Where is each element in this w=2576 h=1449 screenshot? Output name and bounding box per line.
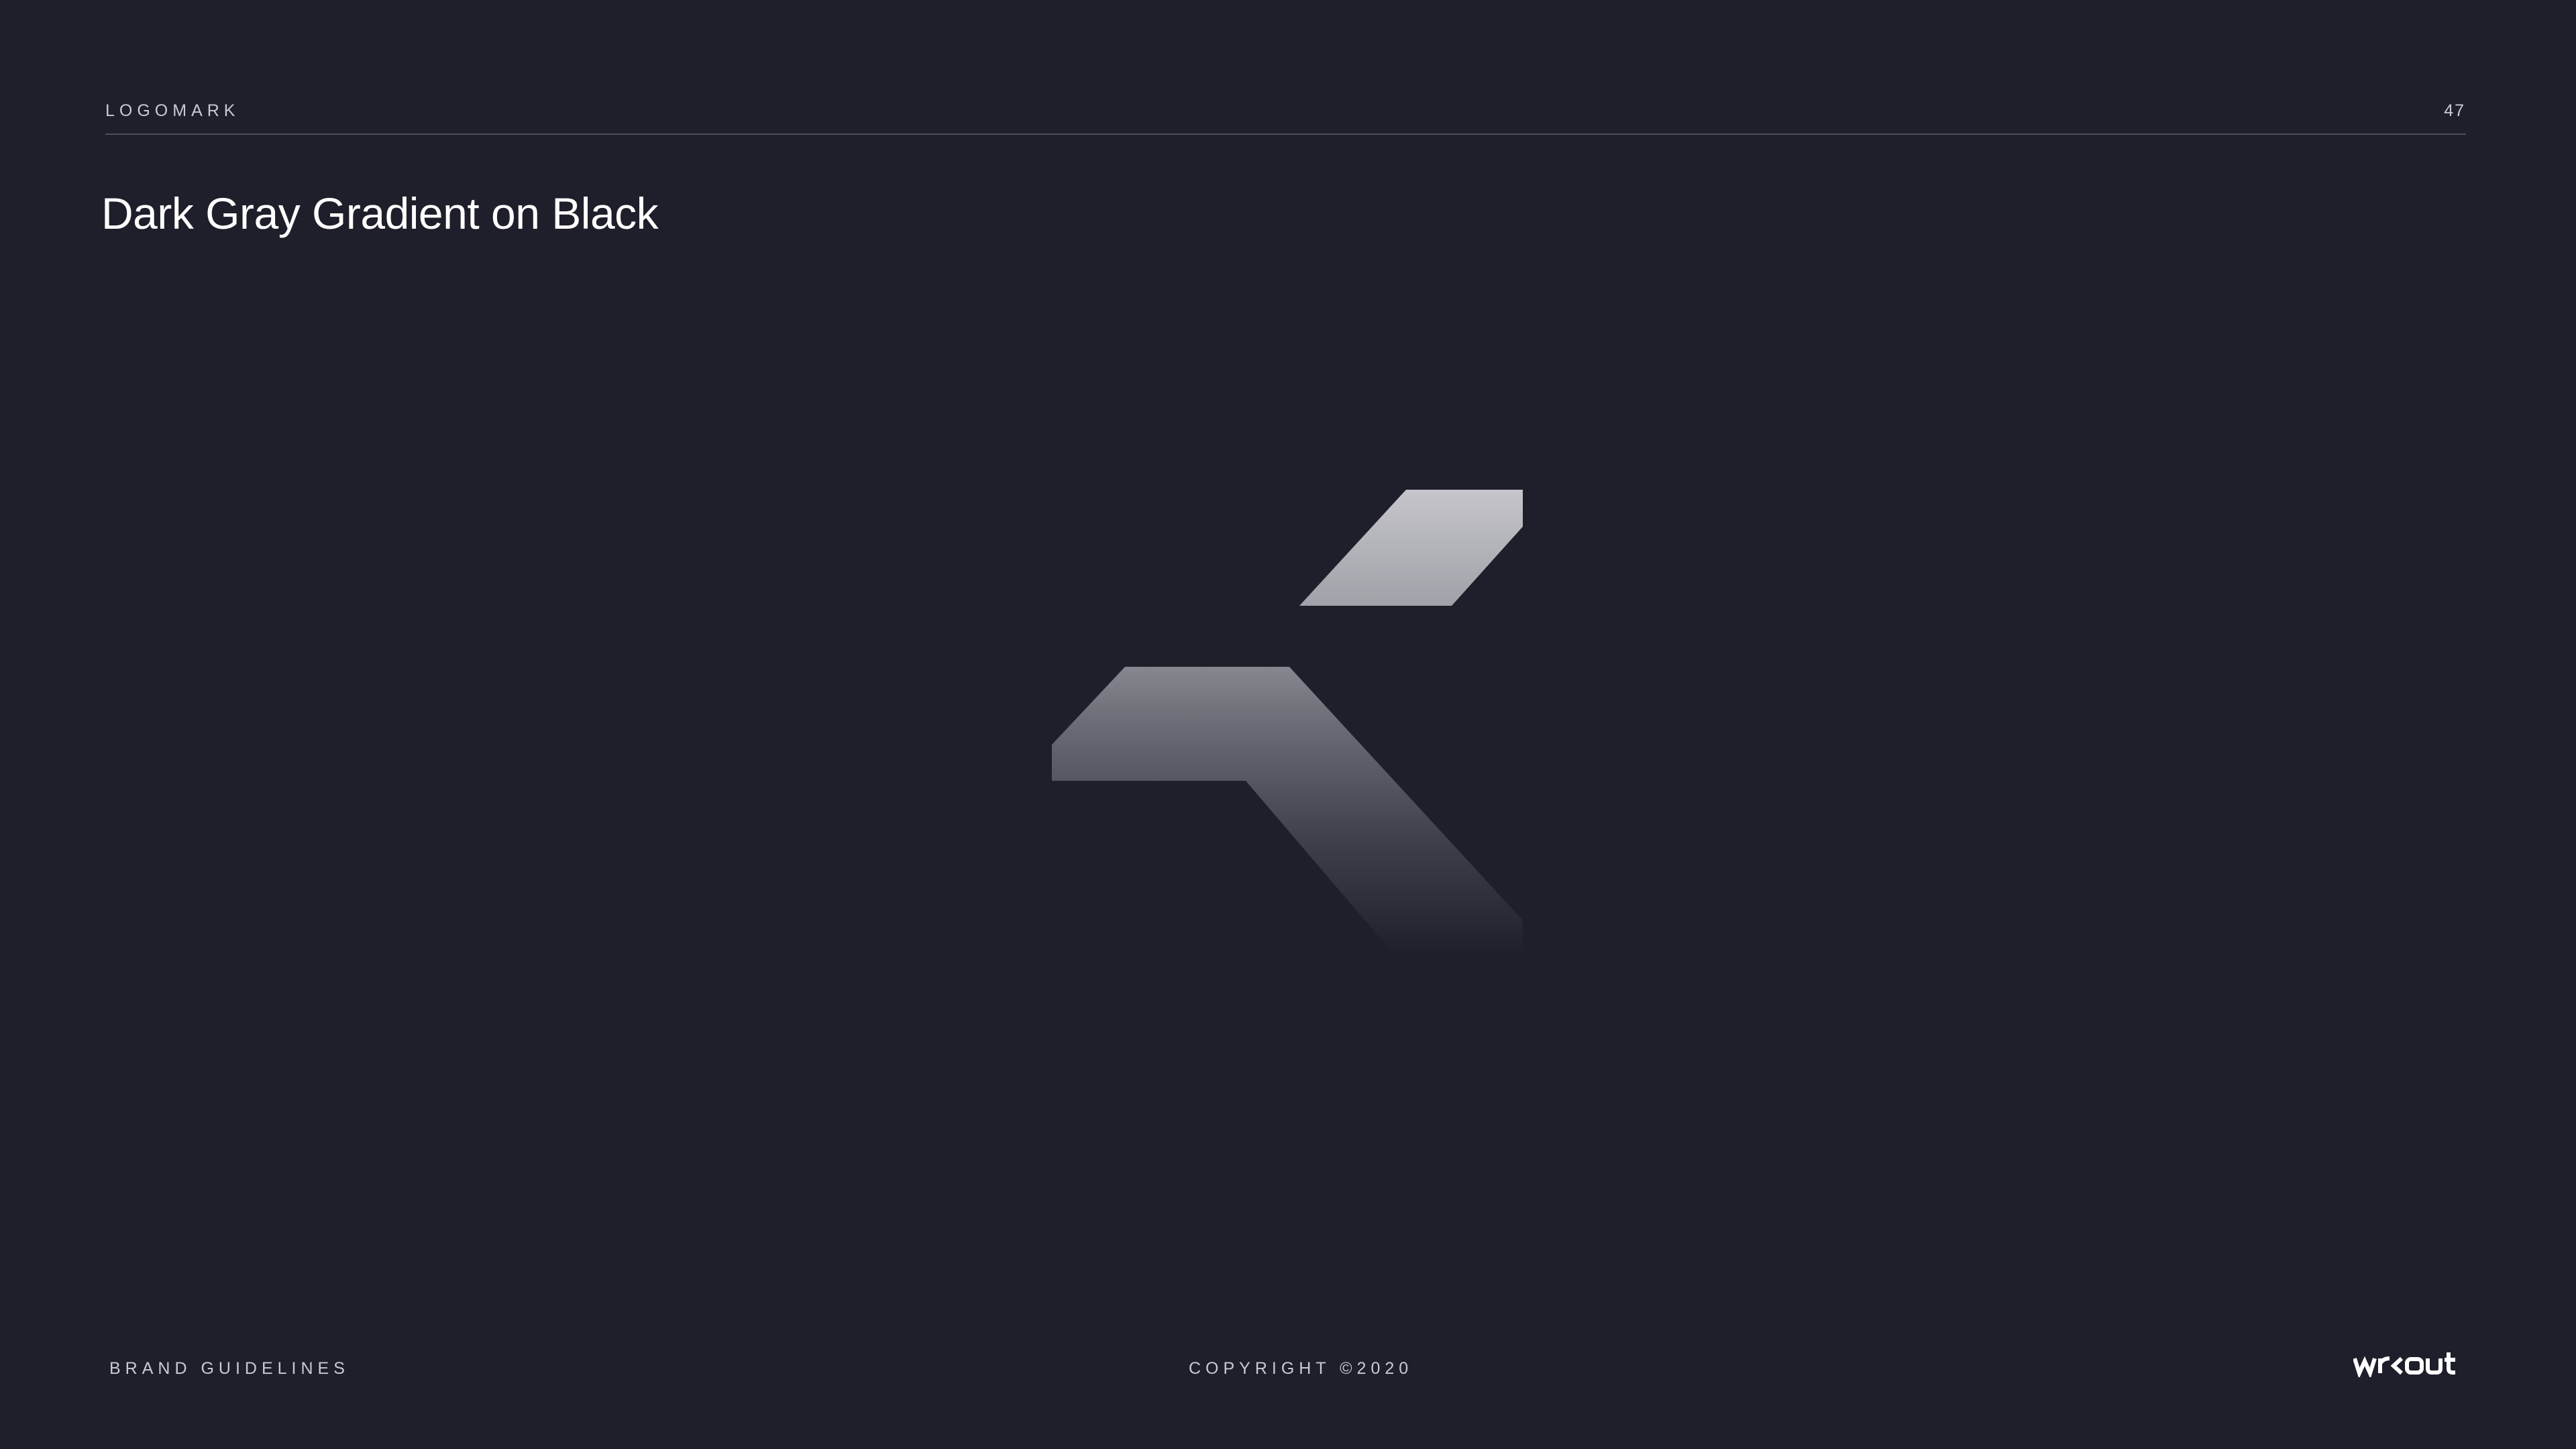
section-label: LOGOMARK [105, 101, 240, 120]
footer-copyright: COPYRIGHT ©2020 [1189, 1359, 1413, 1378]
wrkout-logomark-icon [1052, 490, 1523, 956]
header-rule [105, 133, 2466, 135]
logomark-lower-arm [1052, 667, 1523, 956]
page-number: 47 [2444, 101, 2465, 120]
page-title: Dark Gray Gradient on Black [101, 189, 659, 238]
logomark-top-bar [1299, 490, 1523, 606]
footer-brand-guidelines: BRAND GUIDELINES [109, 1359, 350, 1378]
wrkout-wordmark-logo: wrkout [2353, 1352, 2455, 1377]
